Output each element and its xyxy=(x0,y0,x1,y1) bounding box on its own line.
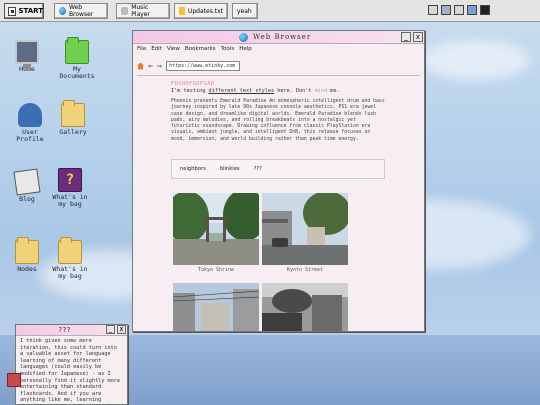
help-book-icon: ? xyxy=(58,168,82,192)
pen-icon[interactable] xyxy=(467,5,477,15)
tagline: I'm testing different text styles here. … xyxy=(171,88,340,94)
globe-icon xyxy=(59,7,66,15)
taskbar-item-music-player[interactable]: Music Player xyxy=(116,3,170,19)
taskbar-item-yeah[interactable]: yeah xyxy=(232,3,258,19)
photo-tokyo-shrine[interactable] xyxy=(173,193,259,265)
taskbar-item-label: Updates.txt xyxy=(187,7,223,15)
photo-kyoto-street[interactable] xyxy=(262,193,348,265)
tagline-link[interactable]: different text styles xyxy=(208,88,274,94)
photo-city-street[interactable] xyxy=(173,283,259,331)
taskbar: START Web Browser Music Player Updates.t… xyxy=(0,0,540,22)
photo-bw-city[interactable] xyxy=(262,283,348,331)
taskbar-item-label: Music Player xyxy=(131,4,150,18)
disk-icon[interactable] xyxy=(454,5,464,15)
close-button[interactable]: x xyxy=(413,32,423,42)
desktop-icon-label: What's in my bag xyxy=(52,265,88,281)
window-titlebar[interactable]: Web Browser _ x xyxy=(133,31,424,44)
menu-view[interactable]: View xyxy=(167,46,180,52)
desktop-icon-home[interactable]: Home xyxy=(5,40,49,73)
taskbar-item-web-browser[interactable]: Web Browser xyxy=(54,3,108,19)
taskbar-item-label: Web Browser xyxy=(68,4,94,18)
note-title: ??? xyxy=(58,326,71,334)
menu-edit[interactable]: Edit xyxy=(151,46,162,52)
desktop-icon-label: My Documents xyxy=(59,65,95,81)
close-button[interactable]: x xyxy=(117,325,126,334)
nav-neighbors[interactable]: neighbors xyxy=(180,166,206,172)
desktop-icon-whats-in-my-bag-2[interactable]: What's in my bag xyxy=(48,237,92,281)
tagline-text: here. Don't xyxy=(274,88,315,94)
description-paragraph: Phoenix presents Emerald Paradise An atm… xyxy=(171,99,385,142)
terminal-icon[interactable] xyxy=(480,5,490,15)
site-nav: neighbors blinkies ??? xyxy=(171,159,385,179)
desktop-icon-user-profile[interactable]: User Profile xyxy=(8,103,52,144)
printer-icon[interactable] xyxy=(428,5,438,15)
forward-arrow-icon[interactable]: ⇒ xyxy=(157,63,162,70)
menu-bookmarks[interactable]: Bookmarks xyxy=(185,46,216,52)
desktop-icon-label: Gallery xyxy=(59,128,87,136)
web-browser-window: Web Browser _ x File Edit View Bookmarks… xyxy=(132,30,425,332)
menu-tools[interactable]: Tools xyxy=(221,46,235,52)
desktop-icon-blog[interactable]: Blog xyxy=(5,168,49,203)
start-button[interactable]: START xyxy=(4,3,44,19)
folder-icon xyxy=(61,100,85,127)
divider xyxy=(137,75,420,76)
page-content: FDGHDFGDFGAD I'm testing different text … xyxy=(133,77,424,331)
note-titlebar[interactable]: ??? _ x xyxy=(16,325,127,336)
menu-help[interactable]: Help xyxy=(239,46,252,52)
minimize-button[interactable]: _ xyxy=(106,325,115,334)
back-arrow-icon[interactable]: ⇐ xyxy=(148,63,153,70)
home-icon[interactable] xyxy=(137,62,144,70)
desktop-icon-label: Blog xyxy=(19,195,35,203)
system-tray xyxy=(428,5,490,17)
nav-blinkies[interactable]: blinkies xyxy=(220,166,240,172)
desktop-icon-label: What's in my bag xyxy=(52,193,88,209)
desktop-icon-label: Nodes xyxy=(17,265,37,273)
desktop-icon-nodes[interactable]: Nodes xyxy=(5,237,49,273)
tagline-text: me. xyxy=(327,88,340,94)
nav-unknown[interactable]: ??? xyxy=(254,166,262,172)
taskbar-item-label: yeah xyxy=(237,7,252,15)
url-field[interactable]: https://www.etinky.com xyxy=(166,61,241,71)
address-bar: ⇐ ⇒ https://www.etinky.com xyxy=(135,60,422,72)
desktop-icon-label: User Profile xyxy=(16,128,44,144)
site-title: FDGHDFGDFGAD xyxy=(171,81,215,87)
tagline-highlight: mind xyxy=(314,88,328,94)
photo-caption: Tokyo Shrine xyxy=(197,267,235,273)
tagline-text: I'm testing xyxy=(171,88,209,94)
folder-icon xyxy=(58,237,82,264)
green-folder-icon xyxy=(65,37,89,64)
globe-icon xyxy=(239,33,248,42)
window-title: Web Browser xyxy=(253,33,312,41)
note-text: I think given some more iteration, this … xyxy=(20,338,120,405)
menu-file[interactable]: File xyxy=(137,46,146,52)
start-icon xyxy=(8,6,17,16)
newspaper-icon xyxy=(13,168,41,196)
music-icon xyxy=(121,7,129,15)
desktop-icon-gallery[interactable]: Gallery xyxy=(51,100,95,136)
start-label: START xyxy=(18,7,43,15)
monitor-icon xyxy=(15,40,39,69)
taskbar-item-updates[interactable]: Updates.txt xyxy=(174,3,228,19)
volume-icon[interactable] xyxy=(441,5,451,15)
minimize-button[interactable]: _ xyxy=(401,32,411,42)
photo-caption: Kyoto Street xyxy=(286,267,324,273)
desktop-icon-whats-in-my-bag[interactable]: ? What's in my bag xyxy=(48,168,92,209)
note-icon xyxy=(179,7,185,15)
app-icon[interactable] xyxy=(7,373,21,387)
desktop-icon-my-documents[interactable]: My Documents xyxy=(55,37,99,81)
menu-bar: File Edit View Bookmarks Tools Help xyxy=(133,44,424,54)
note-window: ??? _ x I think given some more iteratio… xyxy=(15,324,128,405)
folder-icon xyxy=(15,237,39,264)
user-icon xyxy=(18,103,42,127)
